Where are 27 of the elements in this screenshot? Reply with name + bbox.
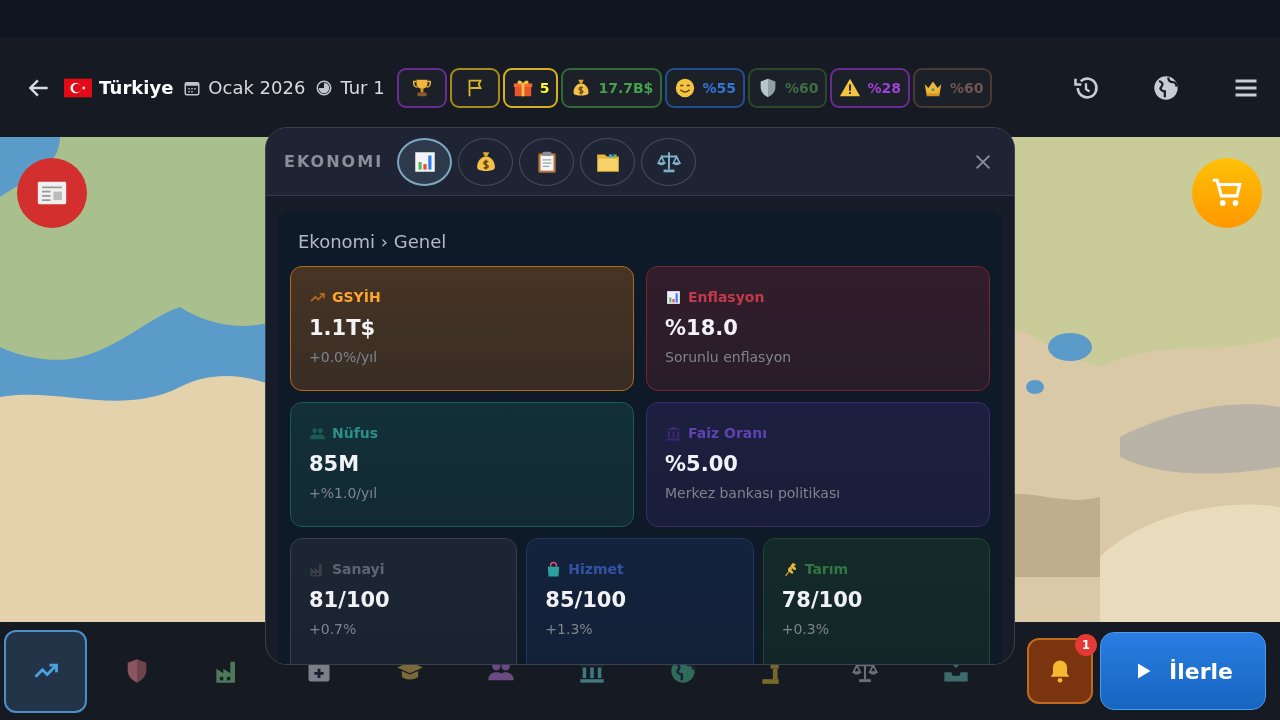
card-title: Hizmet	[568, 561, 624, 577]
card-value: 81/100	[309, 588, 391, 612]
turn-label: Tur 1	[340, 77, 385, 98]
card-title: Enflasyon	[688, 289, 765, 305]
card-note: +0.0%/yıl	[309, 349, 379, 365]
country-name: Türkiye	[99, 77, 174, 98]
card-value: %5.00	[665, 452, 739, 476]
card-note: Merkez bankası politikası	[665, 485, 842, 501]
card-title: Faiz Oranı	[688, 425, 768, 441]
card-value: %18.0	[665, 316, 739, 340]
notification-count: 1	[1075, 634, 1097, 656]
card-value: 78/100	[781, 588, 864, 612]
card-note: +1.3%	[545, 621, 594, 637]
card-note: Sorunlu enflasyon	[665, 349, 793, 365]
card-value: 1.1T$	[309, 316, 377, 340]
date-label: Ocak 2026	[208, 77, 306, 98]
card-value: 85M	[309, 452, 361, 476]
card-value: 85/100	[545, 588, 628, 612]
card-note: +0.3%	[781, 621, 830, 637]
panel-title: EKONOMI	[284, 152, 384, 171]
card-title: Tarım	[804, 561, 849, 577]
card-title: Sanayi	[332, 561, 385, 577]
card-title: Nüfus	[332, 425, 379, 441]
breadcrumb: Ekonomi › Genel	[298, 231, 448, 252]
card-note: +%1.0/yıl	[309, 485, 379, 501]
card-note: +0.7%	[309, 621, 358, 637]
card-title: GSYİH	[332, 289, 381, 305]
